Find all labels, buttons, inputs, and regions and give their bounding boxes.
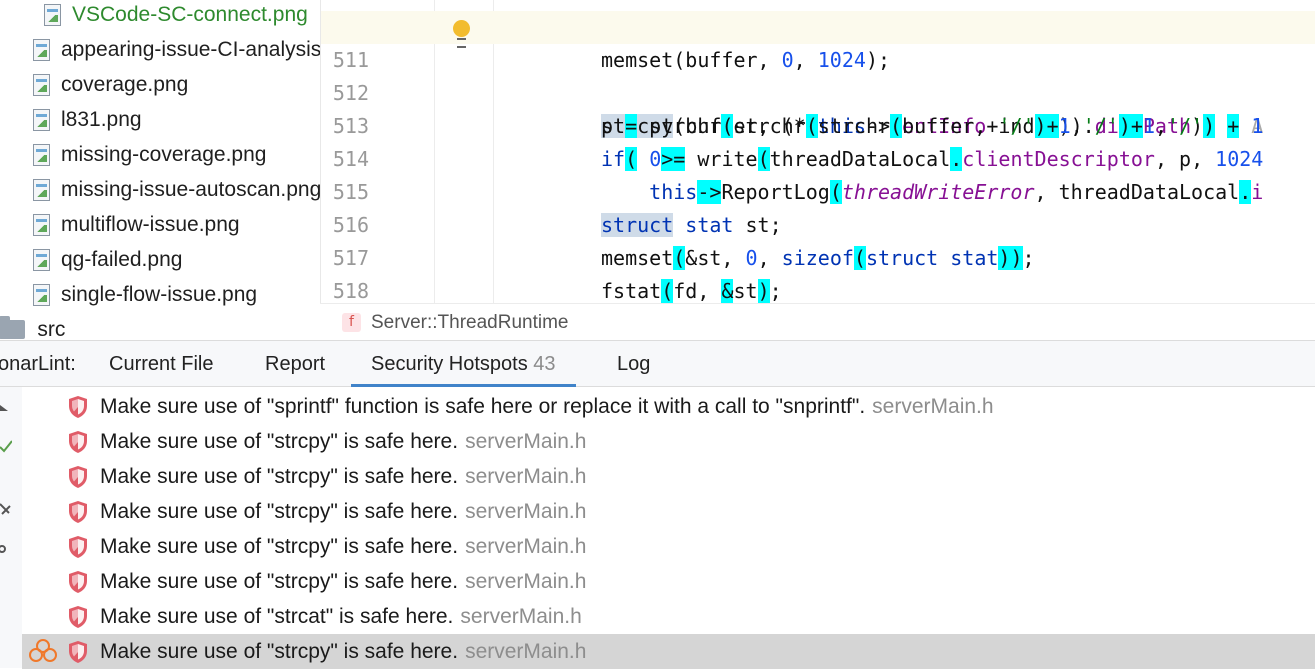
settings-icon[interactable]	[0, 542, 12, 556]
tree-item-file[interactable]: l831.png	[33, 102, 142, 137]
sonarlint-tab-bar: onarLint: Current File Report Security H…	[0, 340, 1315, 387]
hotspot-message: Make sure use of "strcpy" is safe here.	[100, 639, 459, 663]
tab-security-hotspots[interactable]: Security Hotspots 43	[351, 341, 576, 387]
folder-icon	[0, 316, 26, 339]
tree-item-label: src	[37, 317, 66, 341]
hotspot-message: Make sure use of "strcpy" is safe here.	[100, 534, 459, 558]
hotspot-row[interactable]: Make sure use of "strcpy" is safe here. s…	[22, 564, 1315, 599]
image-file-icon	[33, 213, 50, 236]
tree-item-file[interactable]: coverage.png	[33, 67, 188, 102]
hotspot-row[interactable]: Make sure use of "strcpy" is safe here. s…	[22, 529, 1315, 564]
image-file-icon	[33, 108, 50, 131]
hotspot-row-selected[interactable]: Make sure use of "strcpy" is safe here. s…	[22, 634, 1315, 669]
tree-item-label: missing-issue-autoscan.png	[61, 177, 320, 201]
code-line[interactable]: 515 struct stat st;	[321, 143, 1315, 237]
hotspot-file: serverMain.h	[465, 499, 587, 523]
tree-item-file[interactable]: VSCode-SC-connect.png	[44, 0, 308, 32]
lightbulb-icon[interactable]	[453, 20, 470, 48]
tree-item-file[interactable]: missing-coverage.png	[33, 137, 266, 172]
security-hotspot-shield-icon	[68, 430, 88, 454]
code-line[interactable]: 519	[321, 275, 1315, 303]
tree-item-label: appearing-issue-CI-analysis.png	[61, 37, 320, 61]
project-tree: VSCode-SC-connect.png appearing-issue-CI…	[0, 0, 320, 340]
code-line[interactable]: 514 this->ReportLog(threadWriteError, th…	[321, 110, 1315, 204]
hotspot-list: Make sure use of "sprintf" function is s…	[22, 387, 1315, 669]
hotspot-row[interactable]: Make sure use of "sprintf" function is s…	[22, 389, 1315, 424]
code-line[interactable]: 512 p = strchr(strchr(strchr(buffer, '/'…	[321, 44, 1315, 138]
editor-breadcrumb[interactable]: f Server::ThreadRuntime	[320, 303, 1315, 341]
image-file-icon	[33, 38, 50, 61]
wrench-icon[interactable]	[0, 502, 12, 516]
hotspot-message: Make sure use of "strcpy" is safe here.	[100, 499, 459, 523]
hotspot-row[interactable]: Make sure use of "strcpy" is safe here. s…	[22, 459, 1315, 494]
code-line[interactable]: 513 if( 0>= write(threadDataLocal.client…	[321, 77, 1315, 171]
image-file-icon	[33, 248, 50, 271]
tree-item-label: single-flow-issue.png	[61, 282, 258, 306]
security-hotspot-shield-icon	[68, 465, 88, 489]
tree-item-label: qg-failed.png	[61, 247, 183, 271]
hotspot-file: serverMain.h	[465, 639, 587, 663]
code-editor[interactable]: 510 memset(buffer, 0, 1024); 511 strcpy(…	[320, 0, 1315, 303]
image-file-icon	[33, 178, 50, 201]
code-line[interactable]: 510 memset(buffer, 0, 1024);	[321, 0, 1315, 72]
code-line-current[interactable]: 511 strcpy(buffer, (*(this->sentInfo+ind…	[321, 11, 1315, 138]
hotspot-file: serverMain.h	[465, 534, 587, 558]
scroll-down-icon[interactable]	[0, 401, 12, 415]
tree-item-file[interactable]: multiflow-issue.png	[33, 207, 240, 242]
security-hotspot-shield-icon	[68, 640, 88, 664]
image-file-icon	[33, 143, 50, 166]
hotspot-message: Make sure use of "strcpy" is safe here.	[100, 569, 459, 593]
security-hotspot-shield-icon	[68, 395, 88, 419]
tab-current-file[interactable]: Current File	[109, 341, 213, 387]
tool-strip	[0, 387, 22, 668]
hotspot-file: serverMain.h	[460, 604, 582, 628]
tab-log[interactable]: Log	[617, 341, 650, 387]
tree-item-label: VSCode-SC-connect.png	[72, 2, 308, 26]
tree-item-file[interactable]: qg-failed.png	[33, 242, 182, 277]
code-line[interactable]: 518 write(threadDataLocal.clientDescript…	[321, 242, 1315, 303]
image-file-icon	[44, 3, 61, 26]
tree-item-file[interactable]: single-flow-issue.png	[33, 277, 257, 312]
tab-report[interactable]: Report	[265, 341, 325, 387]
security-hotspot-shield-icon	[68, 535, 88, 559]
hotspot-message: Make sure use of "strcpy" is safe here.	[100, 429, 459, 453]
image-file-icon	[33, 73, 50, 96]
hotspot-message: Make sure use of "sprintf" function is s…	[100, 394, 866, 418]
tree-item-label: multiflow-issue.png	[61, 212, 240, 236]
tree-item-label: coverage.png	[61, 72, 189, 96]
hotspot-file: serverMain.h	[872, 394, 994, 418]
hotspot-file: serverMain.h	[465, 429, 587, 453]
code-line[interactable]: 517 fstat(fd, &st);	[321, 209, 1315, 303]
check-icon[interactable]	[0, 439, 12, 453]
tree-item-file[interactable]: missing-issue-autoscan.png	[33, 172, 320, 207]
security-hotspot-shield-icon	[68, 570, 88, 594]
tree-item-label: l831.png	[61, 107, 142, 131]
function-icon: f	[342, 313, 361, 332]
hotspot-message: Make sure use of "strcat" is safe here.	[100, 604, 454, 628]
hotspot-message: Make sure use of "strcpy" is safe here.	[100, 464, 459, 488]
hotspot-file: serverMain.h	[465, 569, 587, 593]
sonarcloud-icon[interactable]	[28, 638, 58, 664]
security-hotspot-shield-icon	[68, 605, 88, 629]
tree-item-file[interactable]: appearing-issue-CI-analysis.png	[33, 32, 320, 67]
tree-item-label: missing-coverage.png	[61, 142, 267, 166]
toolwindow-title: onarLint:	[0, 353, 76, 375]
hotspot-row[interactable]: Make sure use of "strcpy" is safe here. s…	[22, 424, 1315, 459]
tree-item-folder[interactable]: › src	[0, 312, 65, 340]
image-file-icon	[33, 283, 50, 306]
security-hotspot-shield-icon	[68, 500, 88, 524]
code-line[interactable]: 516 memset(&st, 0, sizeof(struct stat));	[321, 176, 1315, 270]
tab-label: Security Hotspots	[371, 353, 528, 375]
breadcrumb-label[interactable]: Server::ThreadRuntime	[371, 312, 568, 334]
hotspot-count: 43	[533, 353, 556, 375]
hotspot-row[interactable]: Make sure use of "strcat" is safe here. s…	[22, 599, 1315, 634]
hotspot-file: serverMain.h	[465, 464, 587, 488]
hotspot-row[interactable]: Make sure use of "strcpy" is safe here. s…	[22, 494, 1315, 529]
